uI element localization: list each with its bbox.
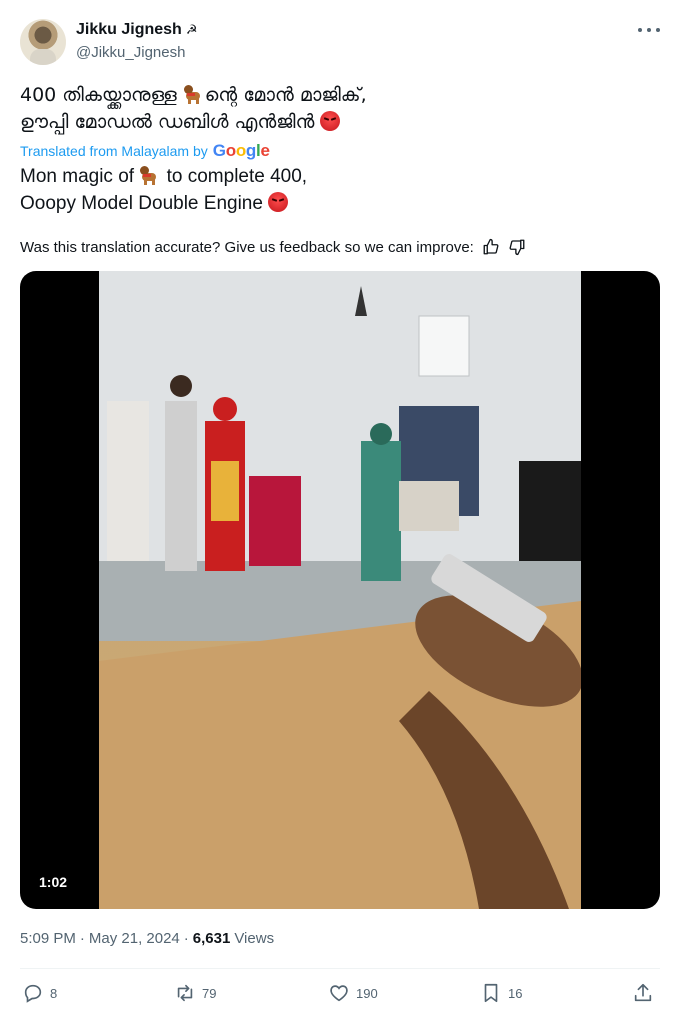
divider: [20, 968, 660, 969]
repost-icon: [177, 984, 193, 1002]
dog-emoji: [139, 165, 161, 185]
video-scene: [99, 271, 581, 909]
translation-feedback: Was this translation accurate? Give us f…: [20, 238, 526, 256]
original-line1-a: 400 തികയ്ക്കാനുള്ള: [20, 84, 183, 106]
author-handle[interactable]: @Jikku_Jignesh: [76, 44, 185, 61]
avatar[interactable]: [20, 19, 66, 65]
views-label: Views: [234, 930, 275, 947]
views-count: 6,631: [192, 930, 231, 947]
more-icon[interactable]: [638, 22, 660, 38]
hammer-sickle-emoji: ☭: [185, 22, 198, 37]
repost-button[interactable]: 79: [174, 982, 216, 1004]
translation-line1-a: Mon magic of: [20, 166, 140, 187]
bookmark-icon: [484, 983, 498, 1003]
original-line1-b: ന്റെ മോൻ മാജിക്,: [204, 84, 367, 106]
bookmark-count: 16: [508, 985, 523, 1001]
display-name[interactable]: Jikku Jignesh: [76, 21, 182, 39]
share-button[interactable]: [632, 982, 654, 1004]
tweet-time[interactable]: 5:09 PM: [20, 930, 76, 947]
video-frame[interactable]: [99, 271, 581, 909]
reply-count: 8: [50, 985, 58, 1001]
meta-separator: ·: [183, 930, 189, 947]
like-icon: [330, 985, 348, 1002]
bookmark-button[interactable]: 16: [480, 982, 522, 1004]
translation-line1-b: to complete 400,: [161, 166, 308, 187]
video-player[interactable]: 1:02: [20, 271, 660, 909]
tweet-meta: 5:09 PM · May 21, 2024 · 6,631 Views: [20, 930, 274, 947]
like-count: 190: [356, 985, 378, 1001]
original-line2: ഊപ്പി മോഡൽ ഡബിൾ എൻജിൻ: [20, 111, 321, 133]
tweet-card: Jikku Jignesh ☭ @Jikku_Jignesh 400 തികയ്…: [0, 0, 676, 1024]
feedback-prompt: Was this translation accurate? Give us f…: [20, 238, 474, 256]
tweet-date[interactable]: May 21, 2024: [89, 930, 180, 947]
dog-emoji: [183, 84, 205, 104]
translation-line2: Ooopy Model Double Engine: [20, 193, 269, 214]
author-name-row: Jikku Jignesh ☭: [76, 21, 197, 39]
video-duration: 1:02: [34, 871, 73, 893]
google-logo: Google: [212, 141, 270, 160]
reply-button[interactable]: 8: [22, 982, 57, 1004]
thumbs-up-icon[interactable]: [482, 238, 500, 256]
like-button[interactable]: 190: [328, 982, 378, 1004]
translated-by[interactable]: Translated from Malayalam by Google: [20, 141, 270, 161]
angry-face-emoji: [320, 111, 341, 131]
thumbs-down-icon[interactable]: [508, 238, 526, 256]
reply-icon: [24, 984, 42, 1003]
action-bar: 8 79 190 16: [20, 982, 660, 1012]
translated-from-label: Translated from Malayalam by: [20, 143, 208, 159]
share-icon: [634, 983, 652, 1002]
tweet-translation-text: Mon magic of to complete 400, Ooopy Mode…: [20, 163, 640, 217]
meta-separator: ·: [79, 930, 85, 947]
repost-count: 79: [202, 985, 217, 1001]
tweet-original-text: 400 തികയ്ക്കാനുള്ള ന്റെ മോൻ മാജിക്, ഊപ്പ…: [20, 82, 640, 136]
angry-face-emoji: [268, 192, 289, 212]
